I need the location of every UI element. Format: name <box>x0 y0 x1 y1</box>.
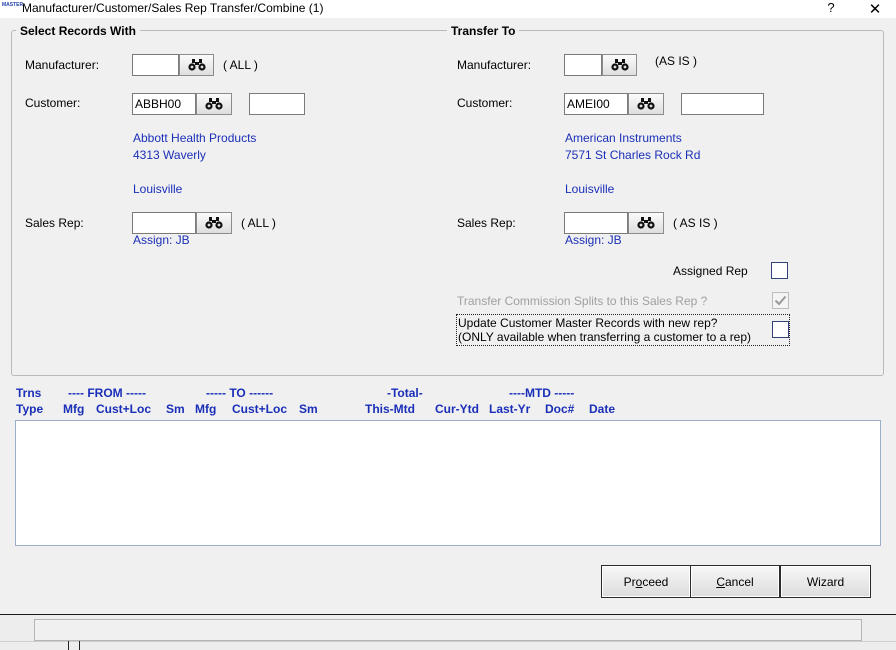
select-salesrep-label: Sales Rep: <box>25 216 84 230</box>
update-master-checkbox[interactable] <box>772 321 789 338</box>
window-title: Manufacturer/Customer/Sales Rep Transfer… <box>22 1 324 15</box>
help-button[interactable]: ? <box>822 0 840 16</box>
transfer-customer-location-input[interactable] <box>681 93 764 115</box>
header-last-yr: Last-Yr <box>489 402 531 416</box>
assigned-rep-checkbox[interactable] <box>771 262 788 279</box>
transfer-customer-city: Louisville <box>565 182 615 196</box>
header-mtd: ----MTD ----- <box>509 386 575 400</box>
wizard-button[interactable]: Wizard <box>780 565 871 598</box>
header-from-custloc: Cust+Loc <box>96 402 152 416</box>
header-from-sm: Sm <box>166 402 185 416</box>
select-records-legend: Select Records With <box>16 24 140 38</box>
update-master-line1: Update Customer Master Records with new … <box>458 316 718 330</box>
header-total: -Total- <box>387 386 423 400</box>
transfer-salesrep-hint: ( AS IS ) <box>673 216 718 230</box>
transfer-customer-input[interactable]: AMEI00 <box>564 93 628 115</box>
transfer-customer-label: Customer: <box>457 96 513 110</box>
binoculars-icon <box>205 217 223 229</box>
transfer-manufacturer-lookup-button[interactable] <box>602 54 637 76</box>
header-cur-ytd: Cur-Ytd <box>435 402 479 416</box>
select-manufacturer-label: Manufacturer: <box>25 58 100 72</box>
select-customer-lookup-button[interactable] <box>196 93 232 115</box>
close-button[interactable]: ✕ <box>866 0 884 18</box>
select-manufacturer-hint: ( ALL ) <box>223 58 258 72</box>
proceed-button-label: Proceed <box>623 574 669 589</box>
transfer-assign-text: Assign: JB <box>565 233 622 247</box>
select-manufacturer-input[interactable] <box>132 54 179 76</box>
binoculars-icon <box>187 59 206 71</box>
commission-splits-checkbox[interactable] <box>772 292 789 309</box>
wizard-button-label: Wizard <box>806 574 845 589</box>
header-doc: Doc# <box>545 402 575 416</box>
header-date: Date <box>589 402 616 416</box>
transfer-manufacturer-label: Manufacturer: <box>457 58 532 72</box>
cancel-button-label: Cancel <box>716 574 754 589</box>
transfer-manufacturer-input[interactable] <box>564 54 602 76</box>
transfer-customer-lookup-button[interactable] <box>628 93 664 115</box>
cancel-button[interactable]: Cancel <box>690 565 780 598</box>
transfer-salesrep-label: Sales Rep: <box>457 216 516 230</box>
update-master-line2: (ONLY available when transferring a cust… <box>458 330 752 344</box>
select-customer-label: Customer: <box>25 96 81 110</box>
select-assign-text: Assign: JB <box>133 233 190 247</box>
status-divider <box>79 641 80 650</box>
transfer-salesrep-lookup-button[interactable] <box>628 212 664 234</box>
select-customer-input[interactable]: ABBH00 <box>132 93 196 115</box>
checkmark-icon <box>774 295 787 306</box>
app-logo-icon: MASTER <box>2 2 24 8</box>
status-divider <box>68 641 69 650</box>
select-customer-city: Louisville <box>133 182 183 196</box>
transfer-customer-name: American Instruments <box>565 131 682 145</box>
update-master-label: Update Customer Master Records with new … <box>458 316 751 344</box>
binoculars-icon <box>637 98 655 110</box>
select-salesrep-lookup-button[interactable] <box>196 212 232 234</box>
title-bar: MASTER Manufacturer/Customer/Sales Rep T… <box>0 0 896 18</box>
header-trns: Trns <box>16 386 42 400</box>
header-type: Type <box>16 402 44 416</box>
select-customer-location-input[interactable] <box>249 93 305 115</box>
transfer-records-list[interactable] <box>15 420 881 546</box>
select-salesrep-input[interactable] <box>132 212 196 234</box>
header-from: ---- FROM ----- <box>68 386 146 400</box>
transfer-manufacturer-hint: (AS IS ) <box>655 54 698 68</box>
transfer-salesrep-input[interactable] <box>564 212 628 234</box>
header-from-mfg: Mfg <box>63 402 85 416</box>
header-to-sm: Sm <box>299 402 318 416</box>
header-to-mfg: Mfg <box>195 402 217 416</box>
transfer-to-legend: Transfer To <box>447 24 520 38</box>
binoculars-icon <box>637 217 655 229</box>
header-to: ----- TO ------ <box>206 386 274 400</box>
transfer-customer-address: 7571 St Charles Rock Rd <box>565 148 701 162</box>
header-to-custloc: Cust+Loc <box>232 402 288 416</box>
status-panel <box>34 619 862 641</box>
assigned-rep-label: Assigned Rep <box>673 264 748 278</box>
select-customer-name: Abbott Health Products <box>133 131 257 145</box>
select-customer-address: 4313 Waverly <box>133 148 206 162</box>
commission-splits-label: Transfer Commission Splits to this Sales… <box>457 294 708 308</box>
select-salesrep-hint: ( ALL ) <box>241 216 276 230</box>
binoculars-icon <box>610 59 629 71</box>
status-footer <box>0 641 896 650</box>
header-this-mtd: This-Mtd <box>365 402 415 416</box>
proceed-button[interactable]: Proceed <box>601 565 691 598</box>
binoculars-icon <box>205 98 223 110</box>
select-manufacturer-lookup-button[interactable] <box>179 54 214 76</box>
